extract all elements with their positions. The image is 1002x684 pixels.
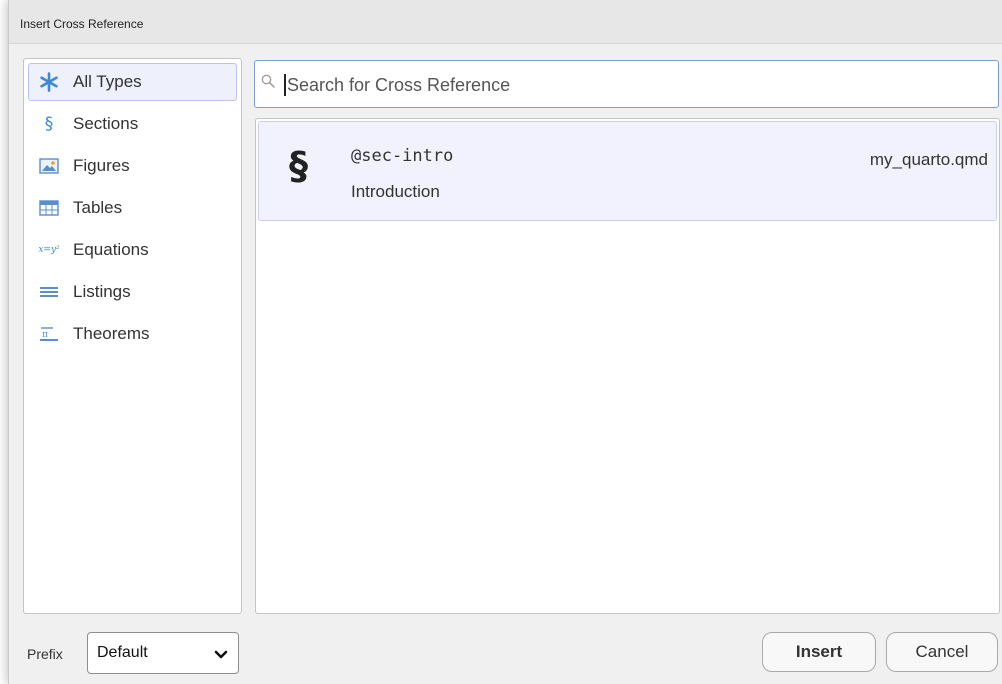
insert-button[interactable]: Insert [762, 632, 876, 672]
search-icon [261, 74, 275, 93]
type-item-figures[interactable]: Figures [28, 147, 237, 185]
chevron-down-icon [214, 647, 228, 665]
type-item-tables[interactable]: Tables [28, 189, 237, 227]
type-item-label: Tables [73, 198, 123, 217]
prefix-select-value: Default [97, 644, 148, 661]
result-item[interactable]: § @sec-intro Introduction my_quarto.qmd [258, 121, 997, 221]
result-title: Introduction [351, 182, 440, 201]
type-list: All Types § Sections Figures Tables x=y²… [23, 58, 242, 614]
prefix-select[interactable]: Default [87, 632, 239, 674]
equation-icon: x=y² [38, 245, 60, 255]
search-box[interactable] [254, 60, 999, 108]
theorem-icon: π [37, 324, 61, 344]
result-file: my_quarto.qmd [869, 150, 988, 169]
listing-icon [37, 282, 61, 302]
results-list: § @sec-intro Introduction my_quarto.qmd [255, 118, 1000, 614]
svg-text:π: π [42, 330, 48, 340]
type-item-label: Equations [73, 240, 149, 259]
table-icon [37, 198, 61, 218]
asterisk-icon [37, 72, 61, 92]
section-icon: § [44, 114, 54, 134]
type-item-theorems[interactable]: π Theorems [28, 315, 237, 353]
type-item-label: Figures [73, 156, 130, 175]
type-item-all-types[interactable]: All Types [28, 63, 237, 101]
search-input[interactable] [285, 71, 985, 99]
cancel-button[interactable]: Cancel [886, 632, 998, 672]
type-item-label: Listings [73, 282, 131, 301]
prefix-label: Prefix [27, 646, 63, 662]
type-item-label: Theorems [73, 324, 150, 343]
insert-cross-reference-dialog: Insert Cross Reference All Types § Secti… [8, 0, 1002, 684]
type-item-equations[interactable]: x=y² Equations [28, 231, 237, 269]
type-item-label: Sections [73, 114, 139, 133]
type-item-listings[interactable]: Listings [28, 273, 237, 311]
type-item-sections[interactable]: § Sections [28, 105, 237, 143]
image-icon [37, 156, 61, 176]
text-caret [284, 74, 286, 96]
section-icon: § [289, 144, 308, 188]
type-item-label: All Types [73, 72, 142, 91]
dialog-title: Insert Cross Reference [9, 0, 1002, 44]
result-id: @sec-intro [351, 146, 454, 166]
